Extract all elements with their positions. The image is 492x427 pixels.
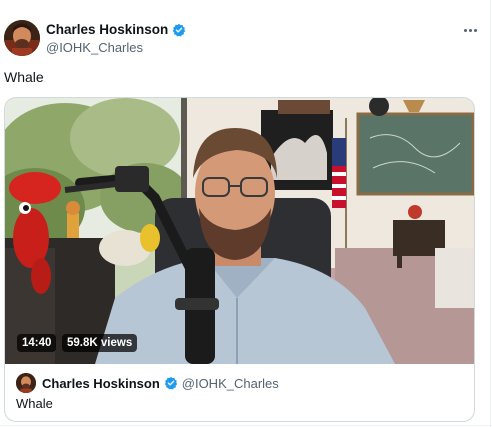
post-text: Whale: [4, 69, 44, 85]
quoted-post-card[interactable]: 14:40 59.8K views Charles Hoskinson @IOH…: [4, 97, 475, 422]
author-block: Charles Hoskinson @IOHK_Charles: [46, 22, 186, 55]
quoted-avatar[interactable]: [16, 373, 36, 393]
video-views-badge: 59.8K views: [62, 334, 138, 352]
post-header: Charles Hoskinson @IOHK_Charles: [4, 20, 484, 60]
avatar[interactable]: [4, 20, 40, 56]
video-thumbnail: [5, 98, 474, 364]
quoted-author-handle[interactable]: @IOHK_Charles: [182, 376, 279, 391]
quoted-post-header: Charles Hoskinson @IOHK_Charles: [16, 373, 279, 393]
video-duration-badge: 14:40: [17, 334, 57, 352]
post-divider: [0, 425, 492, 426]
author-handle[interactable]: @IOHK_Charles: [46, 40, 186, 55]
quoted-author-name[interactable]: Charles Hoskinson: [42, 376, 160, 391]
column-divider: [490, 0, 491, 427]
video-player[interactable]: 14:40 59.8K views: [5, 98, 474, 364]
more-options-icon[interactable]: [460, 22, 480, 38]
verified-badge-icon: [172, 23, 186, 37]
verified-badge-icon: [164, 376, 178, 390]
quoted-post-text: Whale: [16, 396, 53, 411]
author-name[interactable]: Charles Hoskinson: [46, 22, 168, 37]
